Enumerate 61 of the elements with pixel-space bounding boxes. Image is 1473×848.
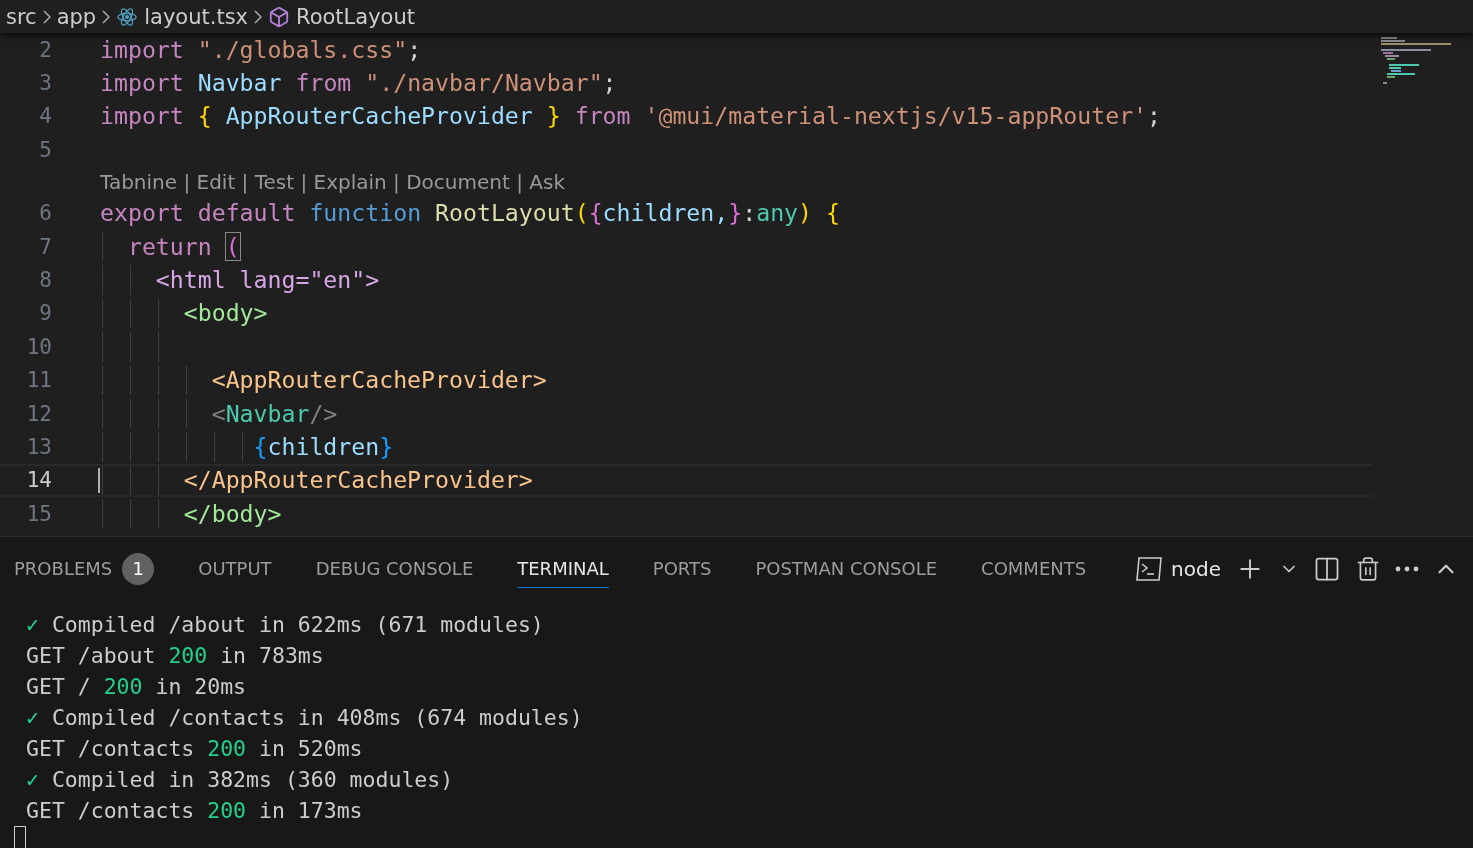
panel-tab[interactable]: TERMINAL: [517, 550, 609, 588]
line-number: 14: [25, 468, 52, 493]
code-line: {children}: [252, 432, 394, 462]
code-line: </body>: [182, 498, 282, 529]
split-icon: [1313, 555, 1341, 583]
line-number: 9: [38, 301, 52, 326]
panel-tab[interactable]: PORTS: [652, 550, 712, 588]
codelens-text[interactable]: Tabnine | Edit | Test | Explain | Document | Ask: [100, 169, 565, 194]
line-number: 5: [38, 137, 52, 162]
code-line: <html lang="en">: [154, 265, 380, 296]
line-number: 11: [25, 368, 52, 393]
terminal-line: GET /contacts 200 in 173ms: [26, 797, 364, 825]
code-line: return (: [126, 231, 240, 262]
line-number: 2: [38, 37, 52, 62]
trash-button[interactable]: [1355, 556, 1381, 582]
line-number: 7: [38, 234, 52, 259]
line-number: 10: [25, 334, 52, 359]
terminal-line: GET /contacts 200 in 520ms: [26, 735, 364, 763]
line-number: 13: [25, 435, 52, 459]
line-number: 8: [38, 268, 52, 293]
code-line: </AppRouterCacheProvider>: [182, 465, 533, 496]
code-line: <body>: [182, 298, 268, 329]
code-line: export default function RootLayout({children,}:any) {: [100, 198, 840, 229]
split-button[interactable]: [1313, 555, 1341, 583]
trash-icon: [1355, 556, 1381, 582]
code-line: import Navbar from "./navbar/Navbar";: [100, 68, 617, 99]
panel-tab[interactable]: PROBLEMS 1: [14, 544, 155, 594]
line-number: 4: [38, 104, 52, 129]
breadcrumb-item[interactable]: RootLayout: [296, 4, 415, 29]
terminal-button[interactable]: node: [1135, 556, 1221, 582]
more-icon: [1395, 566, 1419, 572]
panel-tab[interactable]: COMMENTS: [981, 550, 1087, 588]
terminal-icon: [1135, 556, 1164, 582]
cube-icon: [268, 5, 290, 28]
code-line: import { AppRouterCacheProvider } from '@mui/material-nextjs/v15-appRouter';: [100, 101, 1161, 132]
panel-tab[interactable]: POSTMAN CONSOLE: [755, 550, 938, 588]
terminal-line: GET / 200 in 20ms: [26, 673, 248, 701]
line-number: 15: [25, 501, 52, 526]
panel-tab[interactable]: OUTPUT: [198, 550, 272, 588]
chevron-right-icon: [254, 9, 262, 24]
code-line: import "./globals.css";: [100, 34, 422, 65]
code-line: <AppRouterCacheProvider>: [210, 365, 547, 396]
breadcrumb-item[interactable]: src: [6, 4, 37, 29]
line-number: 3: [38, 71, 52, 96]
terminal-cursor: [14, 826, 26, 848]
count-badge: 1: [122, 552, 155, 585]
breadcrumb-item[interactable]: app: [56, 4, 97, 29]
text-cursor: [98, 467, 100, 494]
more-button[interactable]: [1395, 566, 1419, 572]
react-icon: [116, 5, 139, 28]
terminal-line: ✓ Compiled /contacts in 408ms (674 modules): [26, 704, 584, 732]
terminal-line: GET /about 200 in 783ms: [26, 642, 325, 670]
chevron-right-icon: [102, 9, 111, 24]
breadcrumb-item[interactable]: layout.tsx: [144, 4, 248, 29]
chevron-right-icon: [42, 9, 51, 24]
line-number: 6: [38, 201, 52, 226]
line-number: 12: [25, 401, 52, 426]
code-line: <Navbar/>: [210, 398, 338, 429]
panel-tab[interactable]: DEBUG CONSOLE: [315, 550, 474, 588]
terminal-line: ✓ Compiled in 382ms (360 modules): [26, 766, 455, 794]
terminal-line: ✓ Compiled /about in 622ms (671 modules): [26, 611, 545, 639]
